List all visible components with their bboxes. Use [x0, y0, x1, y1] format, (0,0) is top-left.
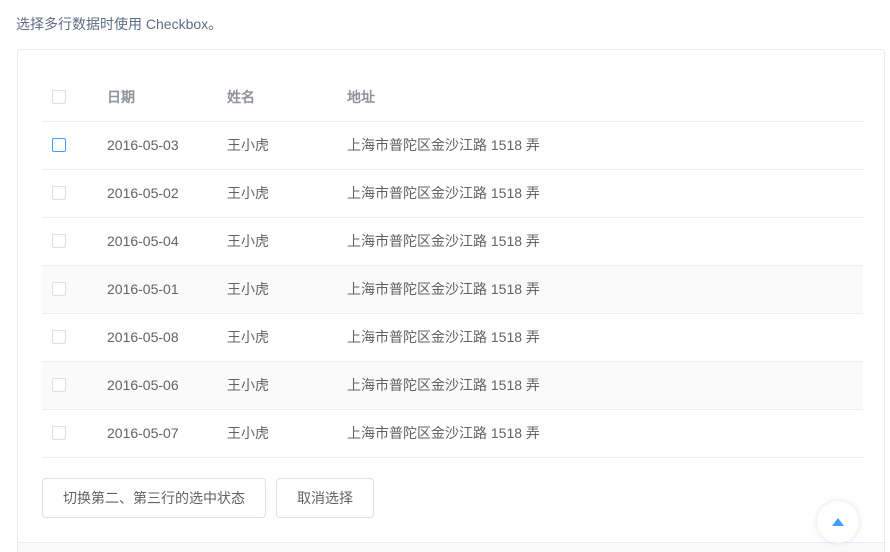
cell-date: 2016-05-07 — [107, 425, 179, 441]
row-checkbox[interactable] — [52, 330, 66, 344]
cell-address: 上海市普陀区金沙江路 1518 弄 — [347, 233, 540, 249]
cell-name: 王小虎 — [227, 137, 269, 153]
caret-up-icon — [832, 518, 844, 526]
cell-address: 上海市普陀区金沙江路 1518 弄 — [347, 329, 540, 345]
row-checkbox-cell — [52, 362, 72, 409]
row-checkbox[interactable] — [52, 282, 66, 296]
cell-name: 王小虎 — [227, 281, 269, 297]
cell-name: 王小虎 — [227, 233, 269, 249]
data-table: 日期 姓名 地址 2016-05-03 王小虎 上海市普陀区金沙江路 1518 … — [42, 74, 863, 458]
cell-address: 上海市普陀区金沙江路 1518 弄 — [347, 425, 540, 441]
back-to-top-button[interactable] — [817, 501, 859, 543]
row-checkbox[interactable] — [52, 426, 66, 440]
select-all-checkbox[interactable] — [52, 90, 66, 104]
action-buttons: 切换第二、第三行的选中状态 取消选择 — [42, 478, 384, 518]
row-checkbox-cell — [52, 410, 72, 457]
row-checkbox-cell — [52, 314, 72, 361]
demo-block: 日期 姓名 地址 2016-05-03 王小虎 上海市普陀区金沙江路 1518 … — [17, 49, 885, 552]
cell-name: 王小虎 — [227, 377, 269, 393]
demo-control-bar[interactable] — [18, 542, 884, 552]
cell-date: 2016-05-04 — [107, 233, 179, 249]
table-row[interactable]: 2016-05-01 王小虎 上海市普陀区金沙江路 1518 弄 — [42, 266, 863, 314]
cell-date: 2016-05-01 — [107, 281, 179, 297]
description-text: 选择多行数据时使用 Checkbox。 — [16, 16, 223, 32]
row-checkbox-cell — [52, 122, 72, 169]
cell-date: 2016-05-08 — [107, 329, 179, 345]
clear-selection-button[interactable]: 取消选择 — [276, 478, 374, 518]
cell-name: 王小虎 — [227, 185, 269, 201]
cell-date: 2016-05-02 — [107, 185, 179, 201]
cell-name: 王小虎 — [227, 425, 269, 441]
cell-date: 2016-05-06 — [107, 377, 179, 393]
header-checkbox-cell — [52, 74, 72, 121]
page: 选择多行数据时使用 Checkbox。 日期 姓名 地址 2016-05-03 … — [0, 0, 890, 552]
cell-address: 上海市普陀区金沙江路 1518 弄 — [347, 137, 540, 153]
row-checkbox[interactable] — [52, 186, 66, 200]
header-address[interactable]: 地址 — [347, 74, 375, 121]
row-checkbox-cell — [52, 218, 72, 265]
cell-address: 上海市普陀区金沙江路 1518 弄 — [347, 377, 540, 393]
row-checkbox[interactable] — [52, 138, 66, 152]
cell-address: 上海市普陀区金沙江路 1518 弄 — [347, 185, 540, 201]
row-checkbox[interactable] — [52, 234, 66, 248]
cell-name: 王小虎 — [227, 329, 269, 345]
table-row[interactable]: 2016-05-02 王小虎 上海市普陀区金沙江路 1518 弄 — [42, 170, 863, 218]
row-checkbox[interactable] — [52, 378, 66, 392]
table-row[interactable]: 2016-05-03 王小虎 上海市普陀区金沙江路 1518 弄 — [42, 122, 863, 170]
table-row[interactable]: 2016-05-07 王小虎 上海市普陀区金沙江路 1518 弄 — [42, 410, 863, 458]
row-checkbox-cell — [52, 266, 72, 313]
cell-address: 上海市普陀区金沙江路 1518 弄 — [347, 281, 540, 297]
toggle-selection-button[interactable]: 切换第二、第三行的选中状态 — [42, 478, 266, 518]
cell-date: 2016-05-03 — [107, 137, 179, 153]
table-row[interactable]: 2016-05-06 王小虎 上海市普陀区金沙江路 1518 弄 — [42, 362, 863, 410]
table-header-row: 日期 姓名 地址 — [42, 74, 863, 122]
header-name[interactable]: 姓名 — [227, 74, 255, 121]
table-row[interactable]: 2016-05-08 王小虎 上海市普陀区金沙江路 1518 弄 — [42, 314, 863, 362]
table-row[interactable]: 2016-05-04 王小虎 上海市普陀区金沙江路 1518 弄 — [42, 218, 863, 266]
row-checkbox-cell — [52, 170, 72, 217]
header-date[interactable]: 日期 — [107, 74, 135, 121]
